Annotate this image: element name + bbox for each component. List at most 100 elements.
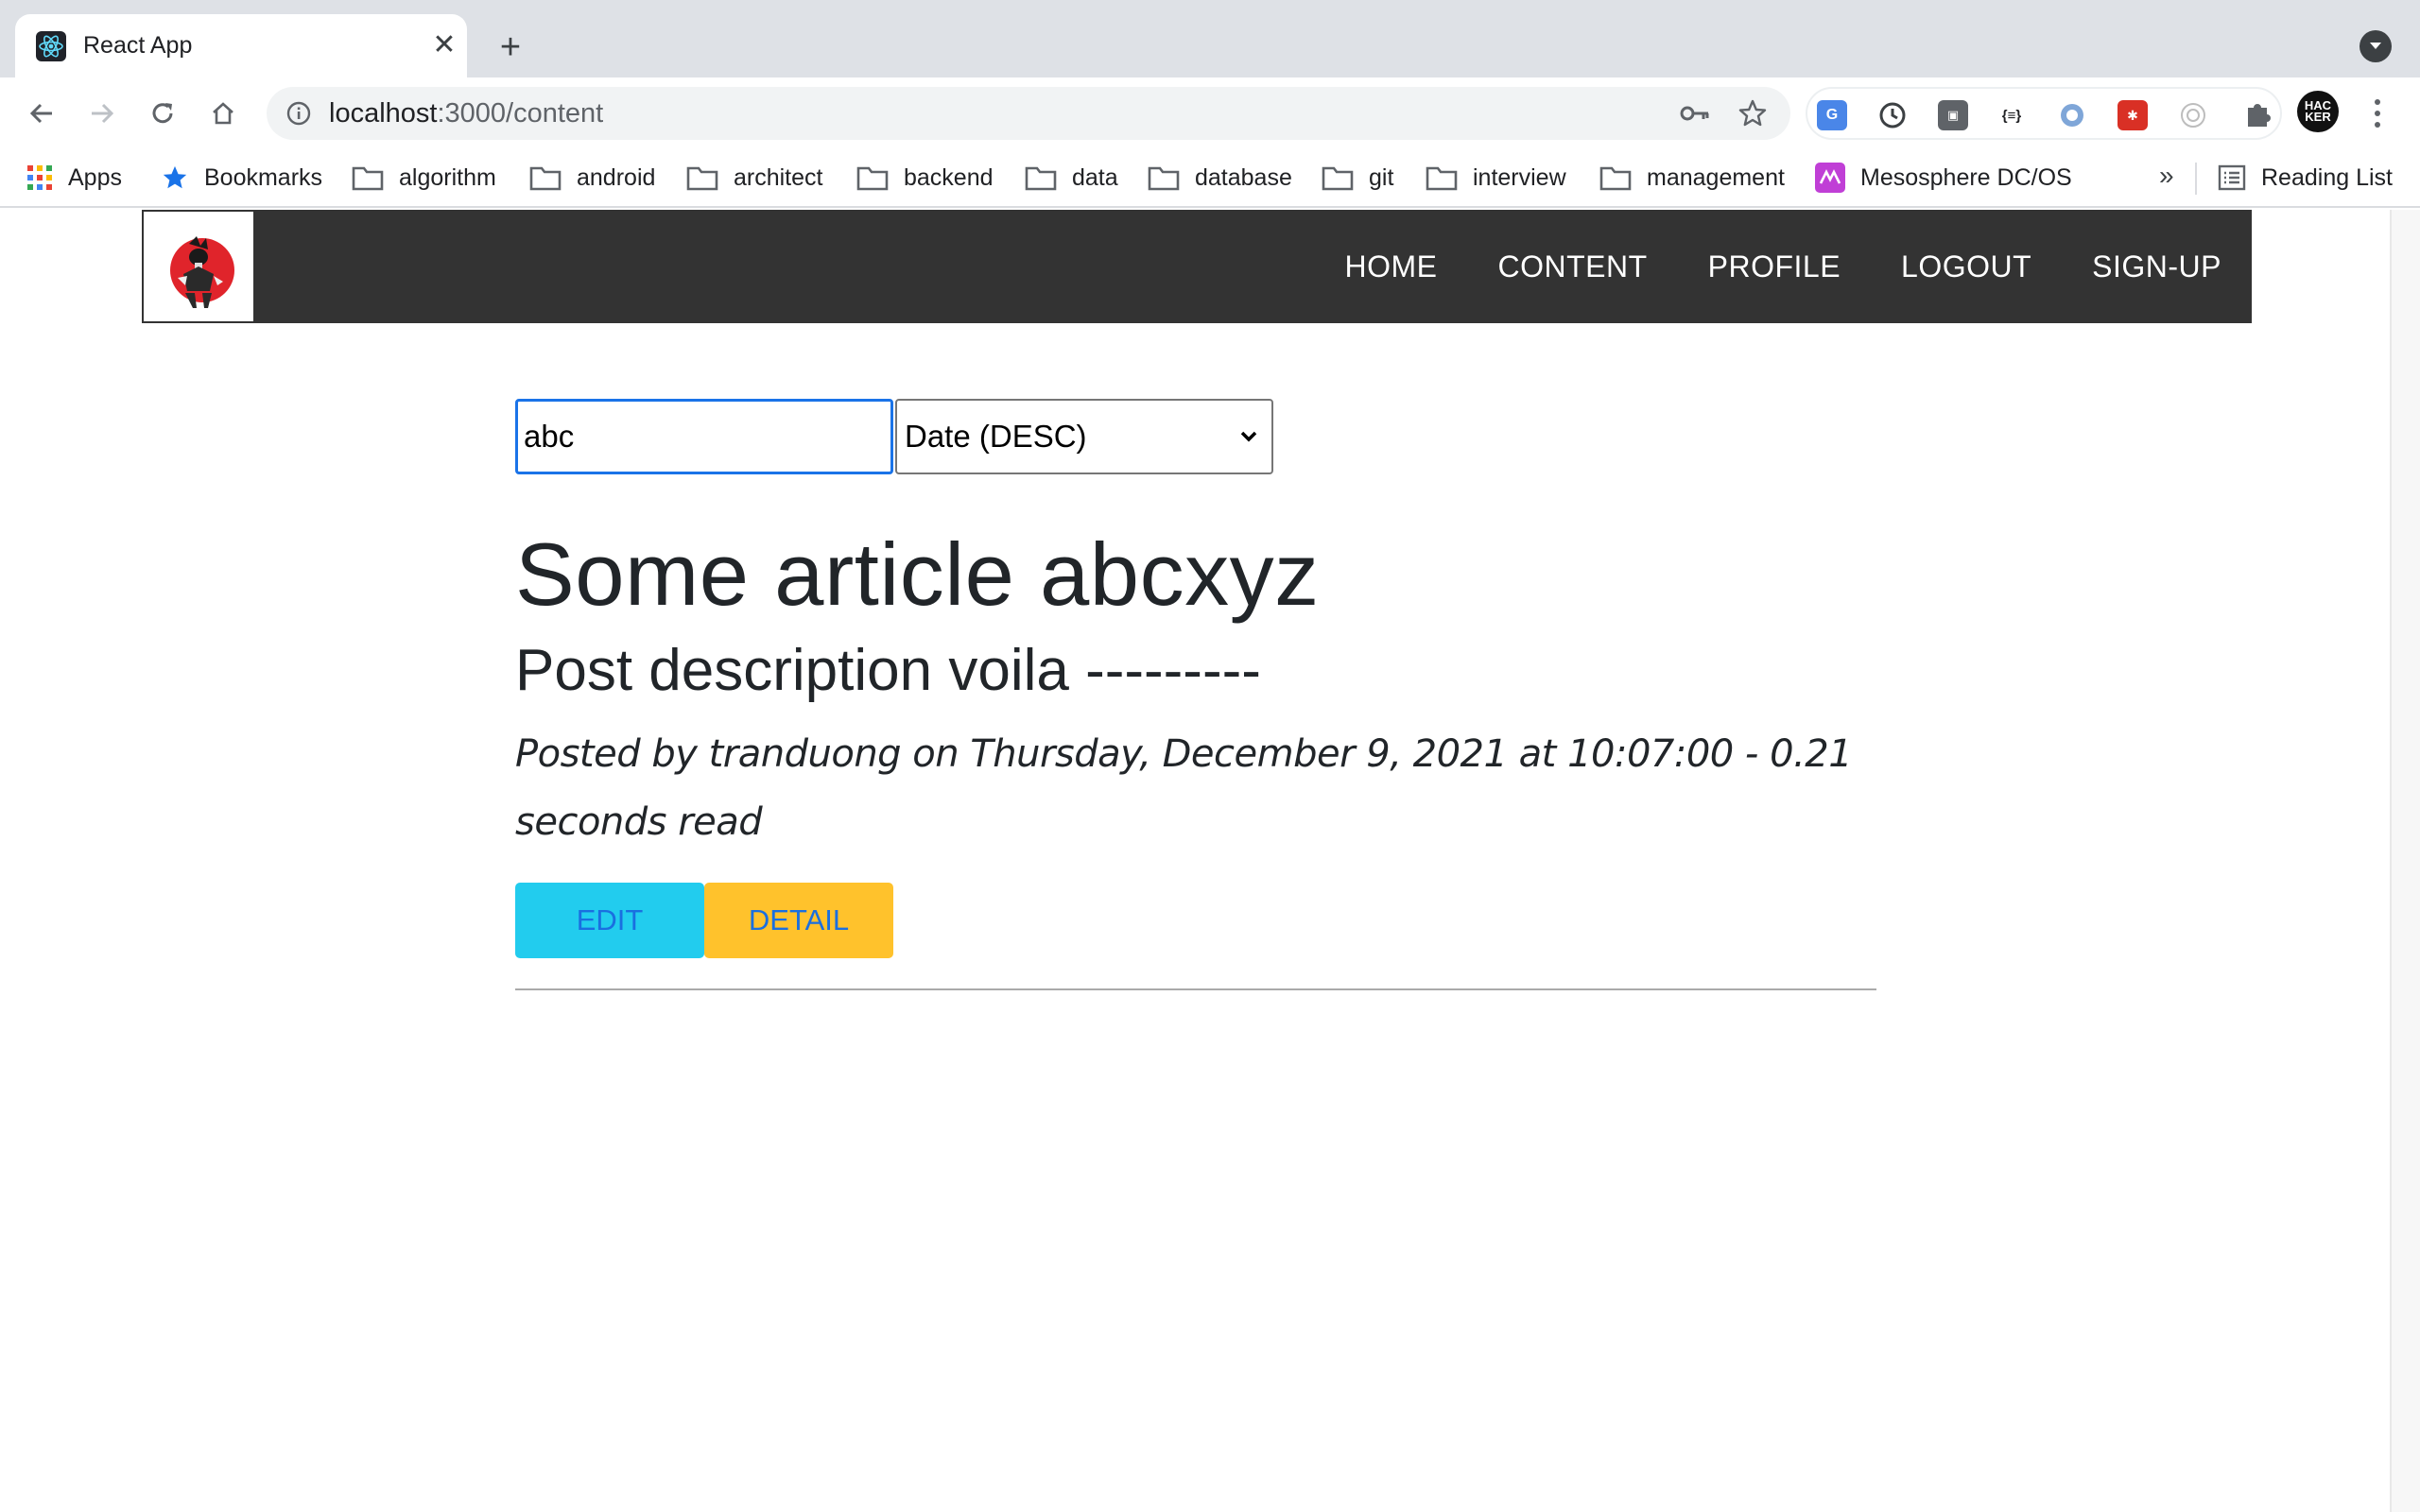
star-icon [161,163,189,192]
apps-grid-icon [26,164,53,191]
folder-icon [1426,164,1458,191]
detail-button[interactable]: DETAIL [704,883,893,958]
nav-links: HOME CONTENT PROFILE LOGOUT SIGN-UP [1344,210,2221,323]
app-navbar: HOME CONTENT PROFILE LOGOUT SIGN-UP [142,210,2252,323]
browser-tab[interactable]: React App ✕ [15,14,467,77]
nav-link-home[interactable]: HOME [1344,249,1437,284]
bookmark-label: database [1195,163,1292,191]
clock-extension-icon[interactable] [1877,100,1908,130]
bookmark-folder-management[interactable]: management [1599,159,1785,197]
nav-link-logout[interactable]: LOGOUT [1901,249,2031,284]
folder-icon [686,164,718,191]
reload-button[interactable] [140,91,185,136]
bookmark-label: algorithm [399,163,496,191]
bookmark-folder-architect[interactable]: architect [686,159,822,197]
bookmark-bookmarks[interactable]: Bookmarks [161,159,322,197]
bookmark-folder-backend[interactable]: backend [856,159,994,197]
bookmark-label: management [1647,163,1785,191]
bookmark-folder-database[interactable]: database [1148,159,1292,197]
sort-select[interactable]: Date (DESC) [895,399,1273,474]
article-actions: EDIT DETAIL [515,883,1876,958]
samurai-logo[interactable] [142,210,255,323]
dial-extension-icon[interactable] [2057,100,2087,130]
bookmark-star-icon[interactable] [1737,98,1768,129]
bookmark-label: Apps [68,163,122,191]
back-button[interactable] [19,91,64,136]
article-title: Some article abcxyz [515,524,1320,624]
samurai-logo-icon [170,236,234,308]
bookmarks-divider [2195,163,2197,195]
folder-icon [1599,164,1632,191]
puzzle-extensions-icon[interactable] [2240,98,2274,132]
chevron-down-icon [2370,43,2381,49]
json-extension-icon[interactable]: {≡} [1996,100,2027,130]
bookmark-apps[interactable]: Apps [26,159,122,197]
article-description: Post description voila --------- [515,638,1261,703]
browser-tabstrip: React App ✕ + [0,0,2420,77]
folder-icon [1148,164,1180,191]
bookmarks-overflow-button[interactable]: » [2159,161,2174,191]
bookmark-label: git [1369,163,1394,191]
bookmark-label: android [577,163,656,191]
folder-icon [352,164,384,191]
forward-button[interactable] [79,91,125,136]
url-host: localhost [329,98,438,129]
arrow-left-icon [29,103,52,124]
sort-selected-value: Date (DESC) [905,419,1087,454]
info-icon[interactable] [285,100,312,127]
reading-list-icon [2218,163,2246,192]
reading-list-button[interactable]: Reading List [2218,159,2393,197]
bookmark-label: Mesosphere DC/OS [1860,163,2072,191]
new-tab-button[interactable]: + [488,25,533,70]
page-viewport: HOME CONTENT PROFILE LOGOUT SIGN-UP Date… [0,210,2420,1512]
bookmark-label: Bookmarks [204,163,323,191]
tools-extension-icon[interactable]: ▣ [1938,100,1968,130]
translate-extension-icon[interactable]: G [1817,100,1847,130]
bookmark-label: Reading List [2261,163,2393,191]
nav-link-signup[interactable]: SIGN-UP [2092,249,2221,284]
bookmark-label: interview [1473,163,1566,191]
address-bar[interactable]: localhost:3000/content [267,87,1790,140]
bookmark-folder-data[interactable]: data [1025,159,1118,197]
tab-close-icon[interactable]: ✕ [425,26,463,63]
folder-icon [856,164,889,191]
folder-icon [1025,164,1057,191]
bookmark-folder-android[interactable]: android [529,159,655,197]
url-path: :3000/content [437,98,604,129]
chevron-down-icon [1239,424,1258,449]
browser-toolbar: localhost:3000/content G ▣ {≡} ✱ HAC KER [0,77,2420,149]
bookmark-label: data [1072,163,1118,191]
home-icon [213,102,233,125]
bookmarks-bar: Apps Bookmarks algorithm android archite… [0,149,2420,208]
nav-link-content[interactable]: CONTENT [1497,249,1647,284]
search-input[interactable] [515,399,893,474]
vertical-scrollbar[interactable] [2390,210,2420,1512]
browser-menu-icon[interactable] [2363,96,2392,130]
bookmark-folder-interview[interactable]: interview [1426,159,1566,197]
article-divider [515,988,1876,990]
bookmark-folder-git[interactable]: git [1322,159,1393,197]
filter-controls: Date (DESC) [515,399,1273,474]
url-text: localhost:3000/content [329,98,603,129]
tab-search-button[interactable] [2360,30,2392,62]
react-logo-icon [36,31,66,61]
target-extension-icon[interactable] [2178,100,2208,130]
tab-title: React App [83,32,193,59]
edit-button[interactable]: EDIT [515,883,704,958]
bookmark-label: architect [734,163,823,191]
home-button[interactable] [200,91,246,136]
article-card: Some article abcxyz Post description voi… [515,522,1876,990]
key-icon[interactable] [1679,100,1711,127]
nav-link-profile[interactable]: PROFILE [1708,249,1841,284]
extensions-tray: G ▣ {≡} ✱ [1806,87,2282,140]
bookmark-label: backend [904,163,994,191]
bug-extension-icon[interactable]: ✱ [2118,100,2148,130]
bookmark-folder-algorithm[interactable]: algorithm [352,159,496,197]
reload-icon [152,103,173,124]
article-meta: Posted by tranduong on Thursday, Decembe… [515,732,1853,844]
arrow-right-icon [92,103,114,124]
folder-icon [529,164,562,191]
mesosphere-icon [1815,163,1845,193]
bookmark-mesosphere[interactable]: Mesosphere DC/OS [1815,159,2072,197]
profile-avatar[interactable]: HAC KER [2297,91,2339,132]
